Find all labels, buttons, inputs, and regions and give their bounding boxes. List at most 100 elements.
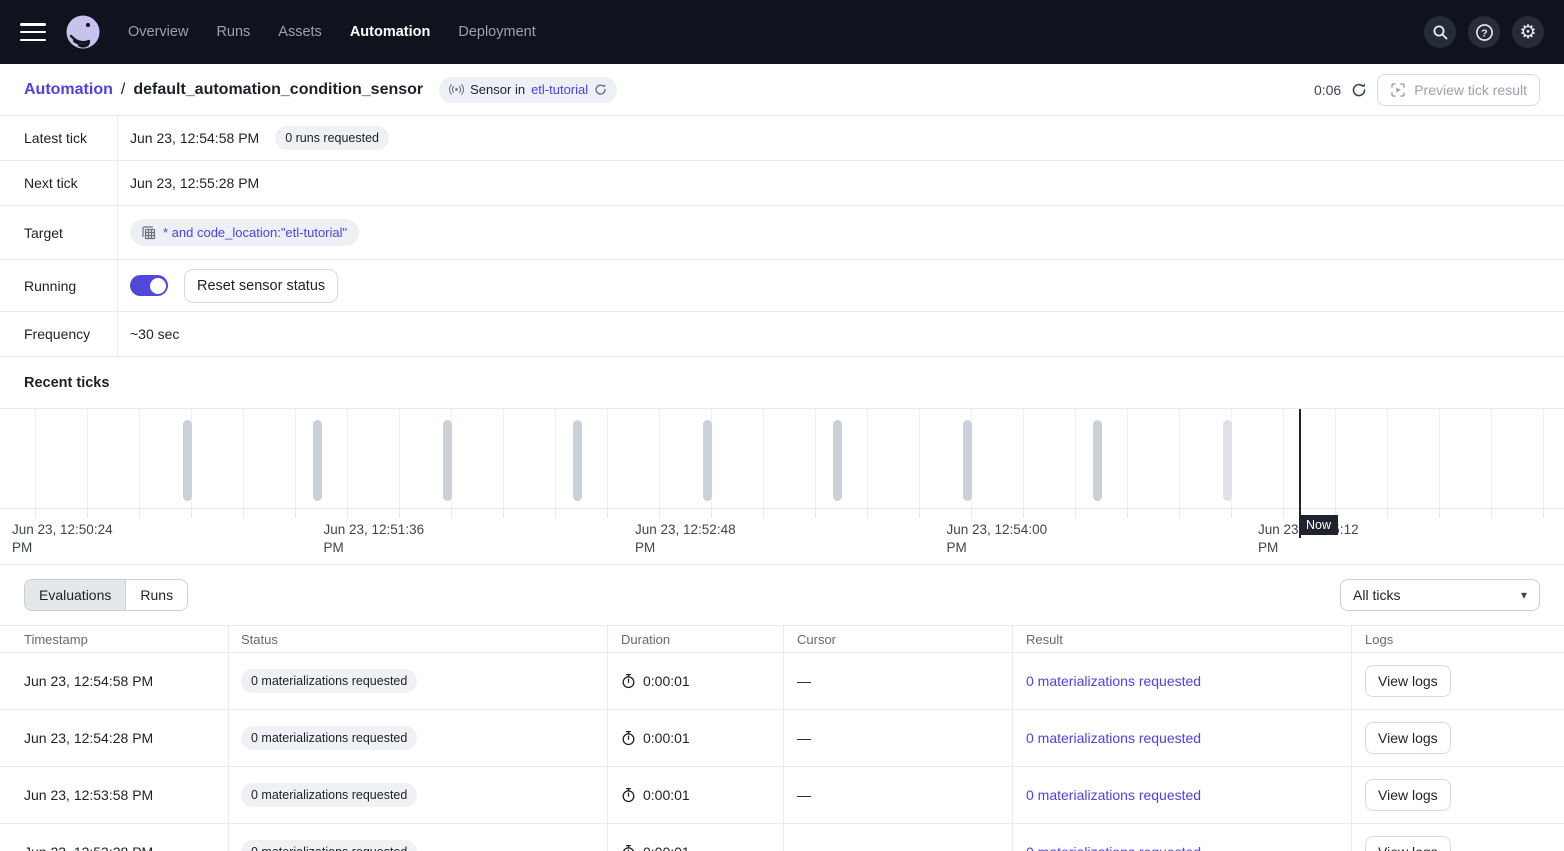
runs-requested-badge: 0 runs requested bbox=[275, 126, 389, 150]
duration-value: 0:00:01 bbox=[643, 730, 690, 746]
tick-timestamp: Jun 23, 12:53:28 PM bbox=[24, 844, 153, 851]
header-actions: 0:06 Preview tick result bbox=[1314, 74, 1540, 106]
sensor-badge-label: Sensor in bbox=[470, 82, 525, 97]
tick-timestamp: Jun 23, 12:54:28 PM bbox=[24, 730, 153, 746]
view-logs-button[interactable]: View logs bbox=[1365, 665, 1451, 697]
detail-label: Latest tick bbox=[0, 116, 118, 160]
top-nav: Overview Runs Assets Automation Deployme… bbox=[0, 0, 1564, 64]
preview-icon bbox=[1390, 82, 1406, 98]
refresh-countdown: 0:06 bbox=[1314, 82, 1341, 98]
detail-row-target: Target * and code_location:"etl-tutorial… bbox=[0, 206, 1564, 260]
sensor-badge: Sensor in etl-tutorial bbox=[439, 77, 617, 103]
asset-selection-chip[interactable]: * and code_location:"etl-tutorial" bbox=[130, 219, 359, 246]
status-badge: 0 materializations requested bbox=[241, 783, 417, 807]
stopwatch-icon bbox=[621, 730, 636, 746]
result-link[interactable]: 0 materializations requested bbox=[1026, 730, 1201, 746]
stopwatch-icon bbox=[621, 787, 636, 803]
settings-gear-icon[interactable]: ⚙ bbox=[1512, 16, 1544, 48]
view-logs-button[interactable]: View logs bbox=[1365, 779, 1451, 811]
nav-item-automation[interactable]: Automation bbox=[350, 24, 431, 40]
tick-bar[interactable] bbox=[703, 420, 712, 501]
stopwatch-icon bbox=[621, 673, 636, 689]
preview-tick-result-button[interactable]: Preview tick result bbox=[1377, 74, 1540, 106]
menu-hamburger-icon[interactable] bbox=[20, 23, 46, 41]
detail-label: Next tick bbox=[0, 161, 118, 205]
status-badge: 0 materializations requested bbox=[241, 669, 417, 693]
detail-label: Target bbox=[0, 206, 118, 259]
column-header-duration: Duration bbox=[608, 626, 784, 652]
latest-tick-timestamp: Jun 23, 12:54:58 PM bbox=[130, 130, 259, 146]
detail-label: Running bbox=[0, 260, 118, 311]
tick-filter-dropdown[interactable]: All ticks ▾ bbox=[1340, 579, 1540, 611]
table-row: Jun 23, 12:53:28 PM 0 materializations r… bbox=[0, 824, 1564, 851]
status-badge: 0 materializations requested bbox=[241, 840, 417, 851]
cursor-value: — bbox=[797, 730, 811, 746]
timeline-axis-label: Jun 23, 12:52:48 PM bbox=[635, 521, 745, 557]
nav-links: Overview Runs Assets Automation Deployme… bbox=[128, 24, 536, 40]
view-logs-button[interactable]: View logs bbox=[1365, 836, 1451, 851]
evaluations-table: Timestamp Status Duration Cursor Result … bbox=[0, 625, 1564, 851]
tick-bar[interactable] bbox=[1223, 420, 1232, 501]
table-header-row: Timestamp Status Duration Cursor Result … bbox=[0, 626, 1564, 653]
tick-bar[interactable] bbox=[573, 420, 582, 501]
sync-icon[interactable] bbox=[594, 83, 607, 96]
tab-evaluations[interactable]: Evaluations bbox=[25, 580, 126, 610]
table-row: Jun 23, 12:54:58 PM 0 materializations r… bbox=[0, 653, 1564, 710]
tick-bar[interactable] bbox=[313, 420, 322, 501]
stopwatch-icon bbox=[621, 844, 636, 851]
help-icon[interactable]: ? bbox=[1468, 16, 1500, 48]
tab-runs[interactable]: Runs bbox=[126, 580, 187, 610]
dagster-logo-icon[interactable] bbox=[64, 13, 102, 51]
sensor-details: Latest tick Jun 23, 12:54:58 PM 0 runs r… bbox=[0, 116, 1564, 357]
asset-table-icon bbox=[142, 226, 156, 240]
table-row: Jun 23, 12:53:58 PM 0 materializations r… bbox=[0, 767, 1564, 824]
tick-bar[interactable] bbox=[1093, 420, 1102, 501]
reset-sensor-status-button[interactable]: Reset sensor status bbox=[184, 269, 338, 303]
frequency-value: ~30 sec bbox=[130, 326, 179, 342]
cursor-value: — bbox=[797, 787, 811, 803]
sensor-signal-icon bbox=[449, 84, 464, 95]
svg-text:?: ? bbox=[1481, 27, 1487, 39]
tick-bar[interactable] bbox=[833, 420, 842, 501]
tick-timeline-grid bbox=[0, 409, 1564, 509]
now-badge: Now bbox=[1299, 515, 1338, 535]
tick-bar[interactable] bbox=[443, 420, 452, 501]
result-link[interactable]: 0 materializations requested bbox=[1026, 844, 1201, 851]
nav-item-runs[interactable]: Runs bbox=[216, 24, 250, 40]
nav-item-overview[interactable]: Overview bbox=[128, 24, 188, 40]
timeline-axis-label: Jun 23, 12:50:24 PM bbox=[12, 521, 122, 557]
running-toggle[interactable] bbox=[130, 275, 168, 296]
cursor-value: — bbox=[797, 673, 811, 689]
status-badge: 0 materializations requested bbox=[241, 726, 417, 750]
nav-actions: ? ⚙ bbox=[1424, 16, 1544, 48]
nav-item-deployment[interactable]: Deployment bbox=[458, 24, 535, 40]
tick-timestamp: Jun 23, 12:54:58 PM bbox=[24, 673, 153, 689]
detail-label: Frequency bbox=[0, 312, 118, 356]
detail-row-latest-tick: Latest tick Jun 23, 12:54:58 PM 0 runs r… bbox=[0, 116, 1564, 161]
refresh-icon[interactable] bbox=[1351, 82, 1367, 98]
tick-bar[interactable] bbox=[963, 420, 972, 501]
nav-item-assets[interactable]: Assets bbox=[278, 24, 322, 40]
column-header-status: Status bbox=[229, 626, 608, 652]
cursor-value: — bbox=[797, 844, 811, 851]
column-header-result: Result bbox=[1013, 626, 1352, 652]
column-header-timestamp: Timestamp bbox=[0, 626, 229, 652]
duration-value: 0:00:01 bbox=[643, 787, 690, 803]
ticks-toolbar: Evaluations Runs All ticks ▾ bbox=[0, 565, 1564, 625]
tick-bar[interactable] bbox=[183, 420, 192, 501]
result-link[interactable]: 0 materializations requested bbox=[1026, 673, 1201, 689]
breadcrumb-automation-link[interactable]: Automation bbox=[24, 81, 113, 99]
view-logs-button[interactable]: View logs bbox=[1365, 722, 1451, 754]
result-link[interactable]: 0 materializations requested bbox=[1026, 787, 1201, 803]
page-header: Automation / default_automation_conditio… bbox=[0, 64, 1564, 116]
column-header-cursor: Cursor bbox=[784, 626, 1013, 652]
table-row: Jun 23, 12:54:28 PM 0 materializations r… bbox=[0, 710, 1564, 767]
page-title: default_automation_condition_sensor bbox=[133, 81, 423, 99]
detail-row-next-tick: Next tick Jun 23, 12:55:28 PM bbox=[0, 161, 1564, 206]
search-icon[interactable] bbox=[1424, 16, 1456, 48]
breadcrumb-separator: / bbox=[121, 81, 125, 99]
view-segmented-control: Evaluations Runs bbox=[24, 579, 188, 611]
timeline-axis-label: Jun 23, 12:54:00 PM bbox=[947, 521, 1057, 557]
sensor-location-link[interactable]: etl-tutorial bbox=[531, 82, 588, 97]
tick-timeline: Jun 23, 12:50:24 PMJun 23, 12:51:36 PMJu… bbox=[0, 408, 1564, 564]
